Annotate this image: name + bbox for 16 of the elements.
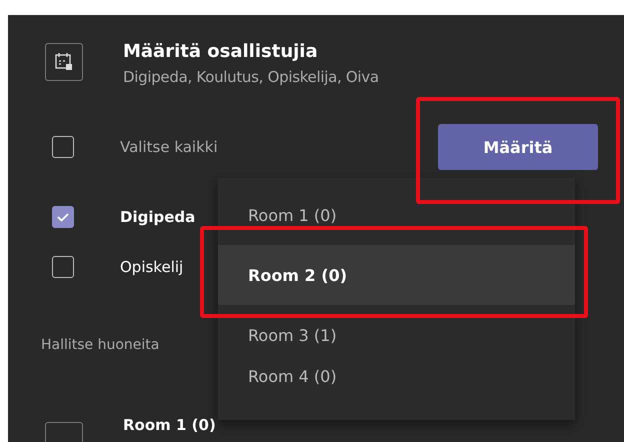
participant-name: Digipeda	[120, 208, 196, 226]
assign-button[interactable]: Määritä	[438, 124, 598, 170]
room-menu-item[interactable]: Room 4 (0)	[218, 365, 575, 387]
participant-name: Opiskelij	[120, 258, 184, 276]
room-menu-item[interactable]: Room 2 (0)	[218, 245, 575, 305]
select-all-checkbox[interactable]	[52, 136, 74, 158]
manage-rooms-label: Hallitse huoneita	[41, 337, 160, 353]
participant-checkbox[interactable]	[52, 256, 74, 278]
room-name: Room 1 (0)	[123, 416, 216, 434]
dialog-subtitle: Digipeda, Koulutus, Opiskelija, Oiva	[123, 68, 379, 86]
room-menu-item[interactable]: Room 3 (1)	[218, 324, 575, 346]
select-all-label: Valitse kaikki	[120, 138, 218, 156]
calendar-icon	[45, 43, 83, 81]
dialog-title: Määritä osallistujia	[123, 41, 319, 62]
participant-checkbox[interactable]	[52, 206, 74, 228]
room-menu-item[interactable]: Room 1 (0)	[218, 204, 575, 226]
